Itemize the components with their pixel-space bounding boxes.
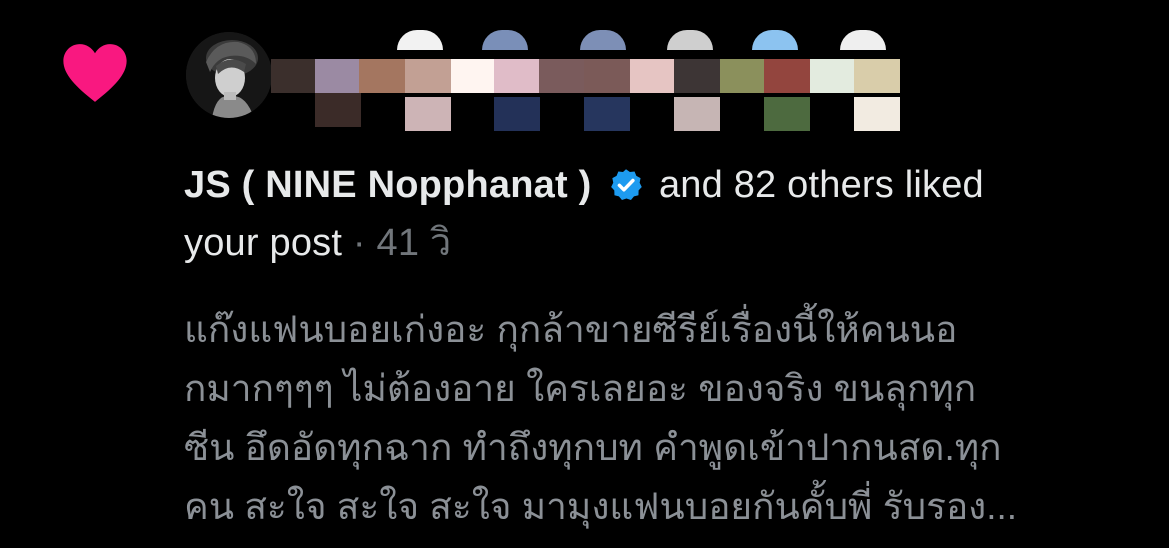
avatar [539,59,585,93]
post-text-line: ซีน อึดอัดทุกฉาก ทำถึงทุกบท คำพูดเข้าปาก… [184,427,1002,468]
avatar [584,59,630,93]
verified-badge-icon [611,169,642,200]
avatar [451,59,497,93]
avatar [482,30,528,50]
post-text-line: กมากๆๆๆ ไม่ต้องอาย ใครเลยอะ ของจริง ขนลุ… [184,368,977,409]
user-name[interactable]: JS ( NINE Nopphanat ) [184,164,591,206]
avatar [580,30,626,50]
avatar [674,59,720,93]
avatar [359,59,405,93]
avatar [584,97,630,131]
action-text-continued: your post [184,222,343,264]
avatar [854,59,900,93]
avatar [752,30,798,50]
avatar [405,97,451,131]
avatar [630,59,676,93]
post-preview[interactable]: แก๊งแฟนบอยเก่งอะ กุกล้าขายซีรีย์เรื่องนี… [184,300,1144,536]
avatar [840,30,886,50]
action-text: and 82 others liked [658,164,984,206]
notification-headline: JS ( NINE Nopphanat ) and 82 others like… [184,156,1134,272]
avatar [764,97,810,131]
avatar [810,59,856,93]
avatar [397,30,443,50]
heart-icon [63,44,127,102]
avatar [667,30,713,50]
avatar [315,93,361,127]
timestamp: 41 วิ [376,222,452,264]
avatar [271,59,317,93]
post-text-line: คน สะใจ สะใจ สะใจ มามุงแฟนบอยกันคั้บพี่ … [184,486,1018,527]
separator: · [352,222,366,264]
avatar [674,97,720,131]
avatar [494,59,540,93]
avatar[interactable] [186,32,272,118]
avatar [315,59,361,93]
like-notification[interactable]: JS ( NINE Nopphanat ) and 82 others like… [0,0,1169,548]
avatar [405,59,451,93]
post-text-line: แก๊งแฟนบอยเก่งอะ กุกล้าขายซีรีย์เรื่องนี… [184,309,958,350]
avatar [764,59,810,93]
avatar [494,97,540,131]
avatar [854,97,900,131]
avatar [720,59,766,93]
